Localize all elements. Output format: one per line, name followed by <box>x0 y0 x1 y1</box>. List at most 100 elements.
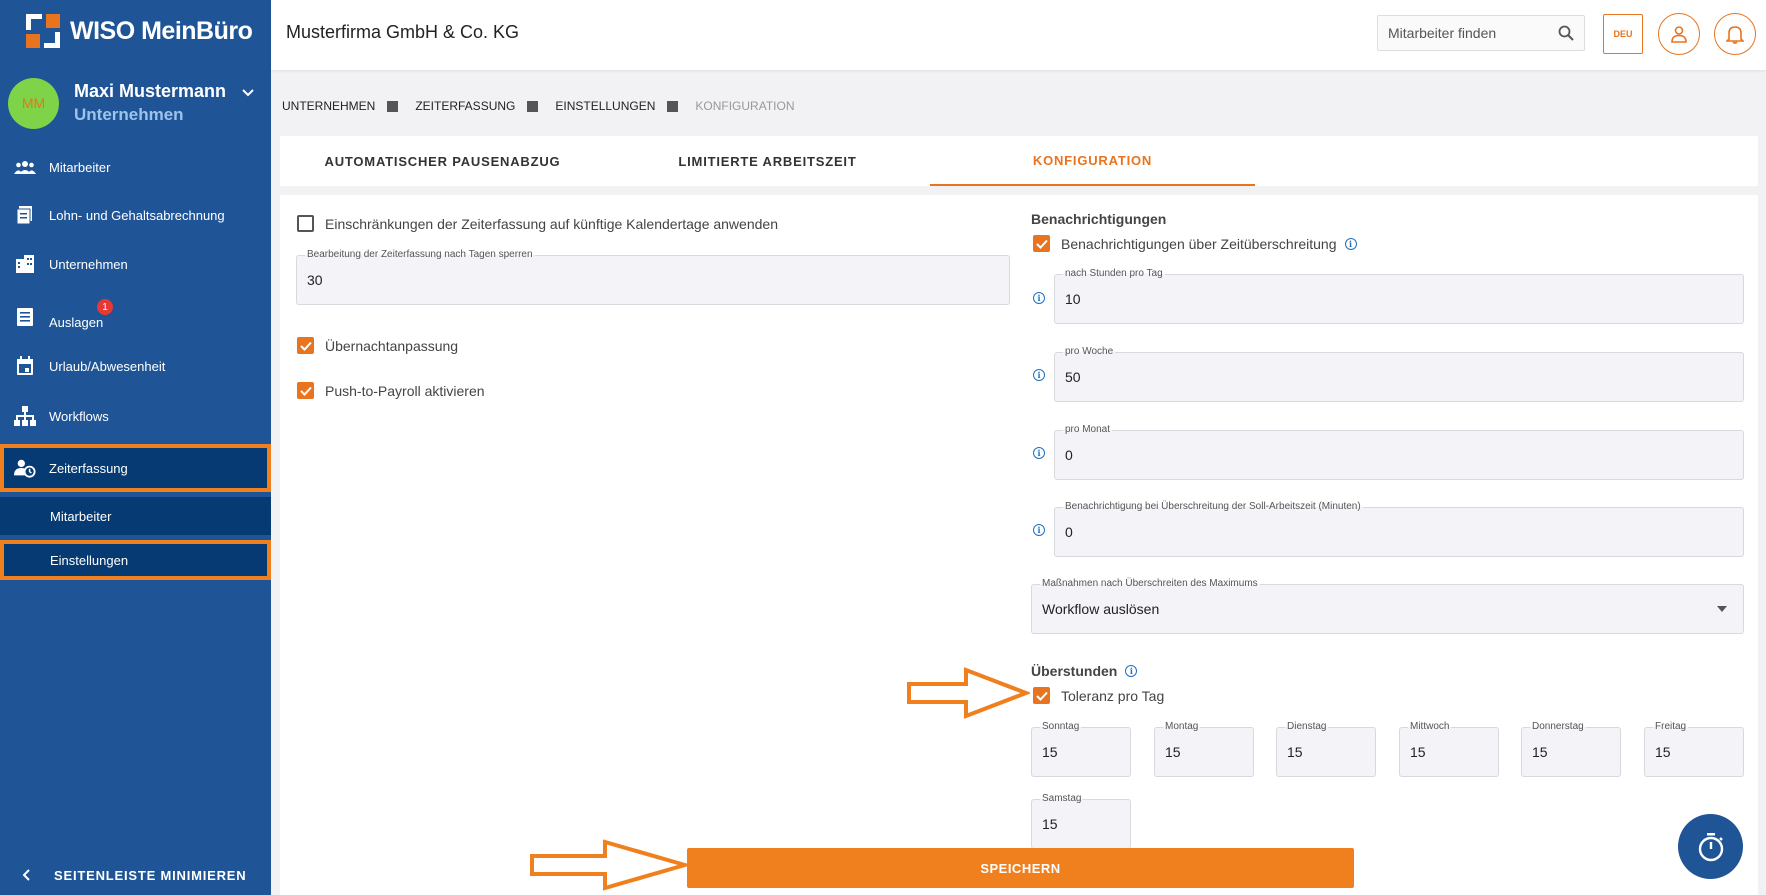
tolerance-per-day-checkbox[interactable]: Toleranz pro Tag <box>1033 687 1164 704</box>
timer-fab-button[interactable] <box>1678 814 1743 879</box>
breadcrumb-separator <box>527 100 539 112</box>
sidebar-item-label: Auslagen <box>49 314 104 330</box>
select-value[interactable]: Workflow auslösen <box>1042 601 1159 617</box>
breadcrumb-item[interactable]: UNTERNEHMEN <box>282 99 375 113</box>
field-value[interactable]: 15 <box>1287 744 1303 760</box>
field-label: Benachrichtigung bei Überschreitung der … <box>1063 501 1363 512</box>
info-icon[interactable]: i <box>1033 369 1045 381</box>
field-value[interactable]: 15 <box>1165 744 1181 760</box>
breadcrumb: UNTERNEHMEN ZEITERFASSUNG EINSTELLUNGEN … <box>282 99 795 113</box>
day-field-samstag[interactable]: Samstag 15 <box>1031 793 1131 849</box>
breadcrumb-item[interactable]: ZEITERFASSUNG <box>415 99 515 113</box>
sidebar-item-zeiterfassung[interactable]: Zeiterfassung <box>0 444 271 492</box>
day-field-freitag[interactable]: Freitag 15 <box>1644 721 1744 777</box>
field-label: Samstag <box>1040 793 1084 804</box>
checkbox-label: Benachrichtigungen über Zeitüberschreitu… <box>1061 235 1337 252</box>
tab-automatischer-pausenabzug[interactable]: AUTOMATISCHER PAUSENABZUG <box>280 136 605 186</box>
field-value[interactable]: 30 <box>307 272 323 288</box>
field-value[interactable]: 50 <box>1065 369 1081 385</box>
workflow-icon <box>14 405 36 427</box>
profile-button[interactable] <box>1658 13 1700 55</box>
checkbox-checked[interactable] <box>297 337 314 354</box>
time-tracking-icon <box>14 457 36 479</box>
field-value[interactable]: 10 <box>1065 291 1081 307</box>
info-icon[interactable]: i <box>1033 524 1045 536</box>
employee-search[interactable]: Mitarbeiter finden <box>1377 15 1585 51</box>
sidebar-item-workflows[interactable]: Workflows <box>0 394 271 438</box>
overtime-title: Überstunden <box>1031 663 1118 679</box>
day-field-mittwoch[interactable]: Mittwoch 15 <box>1399 721 1499 777</box>
checkbox-label: Einschränkungen der Zeiterfassung auf kü… <box>325 215 778 232</box>
sidebar-minimize-button[interactable]: SEITENLEISTE MINIMIEREN <box>0 855 271 895</box>
field-value[interactable]: 15 <box>1655 744 1671 760</box>
sidebar-item-auslagen[interactable]: Auslagen 1 <box>0 295 271 339</box>
search-input[interactable]: Mitarbeiter finden <box>1388 25 1496 41</box>
field-value[interactable]: 0 <box>1065 447 1073 463</box>
app-logo[interactable]: WISO MeinBüro <box>26 14 253 48</box>
field-label: Freitag <box>1653 721 1689 732</box>
field-label: nach Stunden pro Tag <box>1063 268 1165 279</box>
breadcrumb-current: KONFIGURATION <box>695 99 795 113</box>
day-field-donnerstag[interactable]: Donnerstag 15 <box>1521 721 1621 777</box>
chevron-down-icon[interactable] <box>241 88 255 98</box>
check-icon <box>299 341 312 351</box>
restrict-future-checkbox[interactable]: Einschränkungen der Zeiterfassung auf kü… <box>297 215 778 232</box>
field-label: Sonntag <box>1040 721 1082 732</box>
tab-bar: AUTOMATISCHER PAUSENABZUG LIMITIERTE ARB… <box>280 136 1758 186</box>
sidebar-item-urlaub[interactable]: Urlaub/Abwesenheit <box>0 344 271 388</box>
sidebar-item-label: Urlaub/Abwesenheit <box>49 358 166 374</box>
day-field-sonntag[interactable]: Sonntag 15 <box>1031 721 1131 777</box>
notifications-button[interactable] <box>1714 13 1756 55</box>
measures-select[interactable]: Maßnahmen nach Überschreiten des Maximum… <box>1031 578 1744 634</box>
user-name: Maxi Mustermann <box>74 81 227 101</box>
field-value[interactable]: 15 <box>1410 744 1426 760</box>
tab-konfiguration[interactable]: KONFIGURATION <box>930 136 1255 186</box>
checkbox-checked[interactable] <box>1033 235 1050 252</box>
checkbox-checked[interactable] <box>297 382 314 399</box>
sidebar-item-label: Mitarbeiter <box>49 159 111 175</box>
overtime-section: Überstunden i <box>1031 663 1138 679</box>
field-label: Mittwoch <box>1408 721 1452 732</box>
info-icon[interactable]: i <box>1125 665 1138 677</box>
sidebar-item-unternehmen[interactable]: Unternehmen <box>0 242 271 286</box>
language-button[interactable]: DEU <box>1603 14 1643 54</box>
field-value[interactable]: 15 <box>1042 744 1058 760</box>
logo-mark-icon <box>26 14 60 48</box>
info-icon[interactable]: i <box>1033 292 1045 304</box>
lock-days-field[interactable]: Bearbeitung der Zeiterfassung nach Tagen… <box>296 249 1010 305</box>
checkbox-label: Übernachtanpassung <box>325 337 459 354</box>
breadcrumb-item[interactable]: EINSTELLUNGEN <box>555 99 655 113</box>
sidebar-subitem-mitarbeiter[interactable]: Mitarbeiter <box>0 497 271 535</box>
day-field-dienstag[interactable]: Dienstag 15 <box>1276 721 1376 777</box>
chevron-left-icon <box>22 869 30 881</box>
sidebar-item-mitarbeiter[interactable]: Mitarbeiter <box>0 145 271 189</box>
save-button[interactable]: SPEICHERN <box>687 848 1354 888</box>
user-role: Unternehmen <box>74 105 184 124</box>
field-value[interactable]: 15 <box>1532 744 1548 760</box>
sidebar-item-label: Zeiterfassung <box>49 460 128 476</box>
per-week-field[interactable]: pro Woche 50 <box>1054 346 1744 402</box>
target-time-exceed-field[interactable]: Benachrichtigung bei Überschreitung der … <box>1054 501 1744 557</box>
checkbox-box[interactable] <box>297 215 314 232</box>
overnight-checkbox[interactable]: Übernachtanpassung <box>297 337 458 354</box>
sidebar-subitem-einstellungen[interactable]: Einstellungen <box>0 540 271 580</box>
user-menu[interactable]: MM Maxi Mustermann Unternehmen <box>8 77 263 129</box>
tab-limitierte-arbeitszeit[interactable]: LIMITIERTE ARBEITSZEIT <box>605 136 930 186</box>
payroll-icon <box>14 204 36 226</box>
people-icon <box>14 156 36 178</box>
search-icon[interactable] <box>1558 25 1574 41</box>
per-month-field[interactable]: pro Monat 0 <box>1054 424 1744 480</box>
logo-text: WISO MeinBüro <box>70 16 253 45</box>
info-icon[interactable]: i <box>1344 237 1357 250</box>
hours-per-day-field[interactable]: nach Stunden pro Tag 10 <box>1054 268 1744 324</box>
push-payroll-checkbox[interactable]: Push-to-Payroll aktivieren <box>297 382 485 399</box>
field-value[interactable]: 0 <box>1065 524 1073 540</box>
sidebar-item-lohn[interactable]: Lohn- und Gehaltsabrechnung <box>0 193 271 237</box>
dropdown-arrow-icon[interactable] <box>1717 606 1727 612</box>
overtime-notify-checkbox[interactable]: Benachrichtigungen über Zeitüberschreitu… <box>1033 235 1357 252</box>
checkbox-checked[interactable] <box>1033 687 1050 704</box>
field-value[interactable]: 15 <box>1042 816 1058 832</box>
info-icon[interactable]: i <box>1033 447 1045 459</box>
avatar: MM <box>8 77 59 129</box>
day-field-montag[interactable]: Montag 15 <box>1154 721 1254 777</box>
